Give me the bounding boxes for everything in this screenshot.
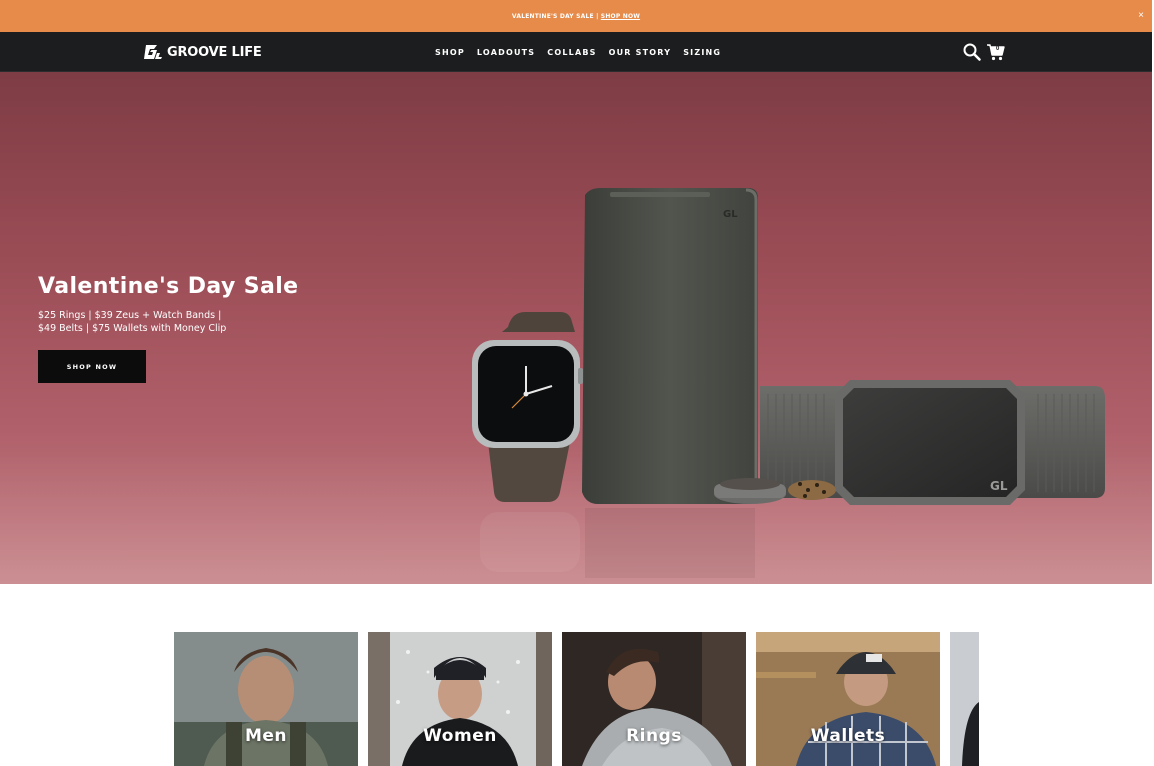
main-nav: SHOP LOADOUTS COLLABS OUR STORY SIZING xyxy=(429,32,727,72)
groove-life-logo-icon xyxy=(144,45,162,59)
category-tile-women[interactable]: Women xyxy=(368,632,552,766)
nav-shop[interactable]: SHOP xyxy=(435,48,465,57)
nav-loadouts[interactable]: LOADOUTS xyxy=(477,48,535,57)
announcement-bar: VALENTINE'S DAY SALE | SHOP NOW × xyxy=(0,0,1152,32)
nav-collabs[interactable]: COLLABS xyxy=(547,48,596,57)
svg-text:GL: GL xyxy=(723,209,738,220)
page: VALENTINE'S DAY SALE | SHOP NOW × GROOVE… xyxy=(0,0,1154,766)
category-label-women: Women xyxy=(423,726,497,746)
logo[interactable]: GROOVE LIFE xyxy=(143,43,262,61)
site-header: GROOVE LIFE SHOP LOADOUTS COLLABS OUR ST… xyxy=(0,32,1152,72)
hero-product-image: GL GL xyxy=(472,188,1105,578)
cart-icon[interactable]: 0 xyxy=(986,42,1006,62)
partial-photo xyxy=(950,632,979,766)
announcement-shop-now-link[interactable]: SHOP NOW xyxy=(601,13,640,20)
svg-text:GL: GL xyxy=(990,479,1008,493)
search-icon[interactable] xyxy=(962,42,982,62)
category-carousel: Men Women Rings Wallets xyxy=(174,632,979,766)
category-tile-partial[interactable] xyxy=(950,632,979,766)
hero-banner: GL GL Valentine's Day Sale $25 Rings | $… xyxy=(0,72,1152,584)
category-label-men: Men xyxy=(244,726,288,746)
category-label-rings: Rings xyxy=(626,726,682,746)
hero-subtitle: $25 Rings | $39 Zeus + Watch Bands | $49… xyxy=(38,309,298,335)
hero-title: Valentine's Day Sale xyxy=(38,274,299,299)
hero-subtitle-line-2: $49 Belts | $75 Wallets with Money Clip xyxy=(38,323,227,334)
announcement-text: VALENTINE'S DAY SALE | SHOP NOW xyxy=(512,13,640,20)
announcement-label: VALENTINE'S DAY SALE | xyxy=(511,12,599,20)
header-icons: 0 xyxy=(962,42,1010,62)
hero-shop-now-button[interactable]: SHOP NOW xyxy=(38,350,146,383)
nav-our-story[interactable]: OUR STORY xyxy=(609,48,672,57)
announcement-close-button[interactable]: × xyxy=(1138,10,1144,22)
category-label-wallets: Wallets xyxy=(810,726,886,746)
cart-count-badge: 0 xyxy=(996,46,1000,52)
hero-subtitle-line-1: $25 Rings | $39 Zeus + Watch Bands | xyxy=(38,310,222,321)
nav-sizing[interactable]: SIZING xyxy=(683,48,721,57)
category-tile-men[interactable]: Men xyxy=(174,632,358,766)
category-tile-rings[interactable]: Rings xyxy=(562,632,746,766)
logo-text: GROOVE LIFE xyxy=(167,44,262,60)
category-tile-wallets[interactable]: Wallets xyxy=(756,632,940,766)
